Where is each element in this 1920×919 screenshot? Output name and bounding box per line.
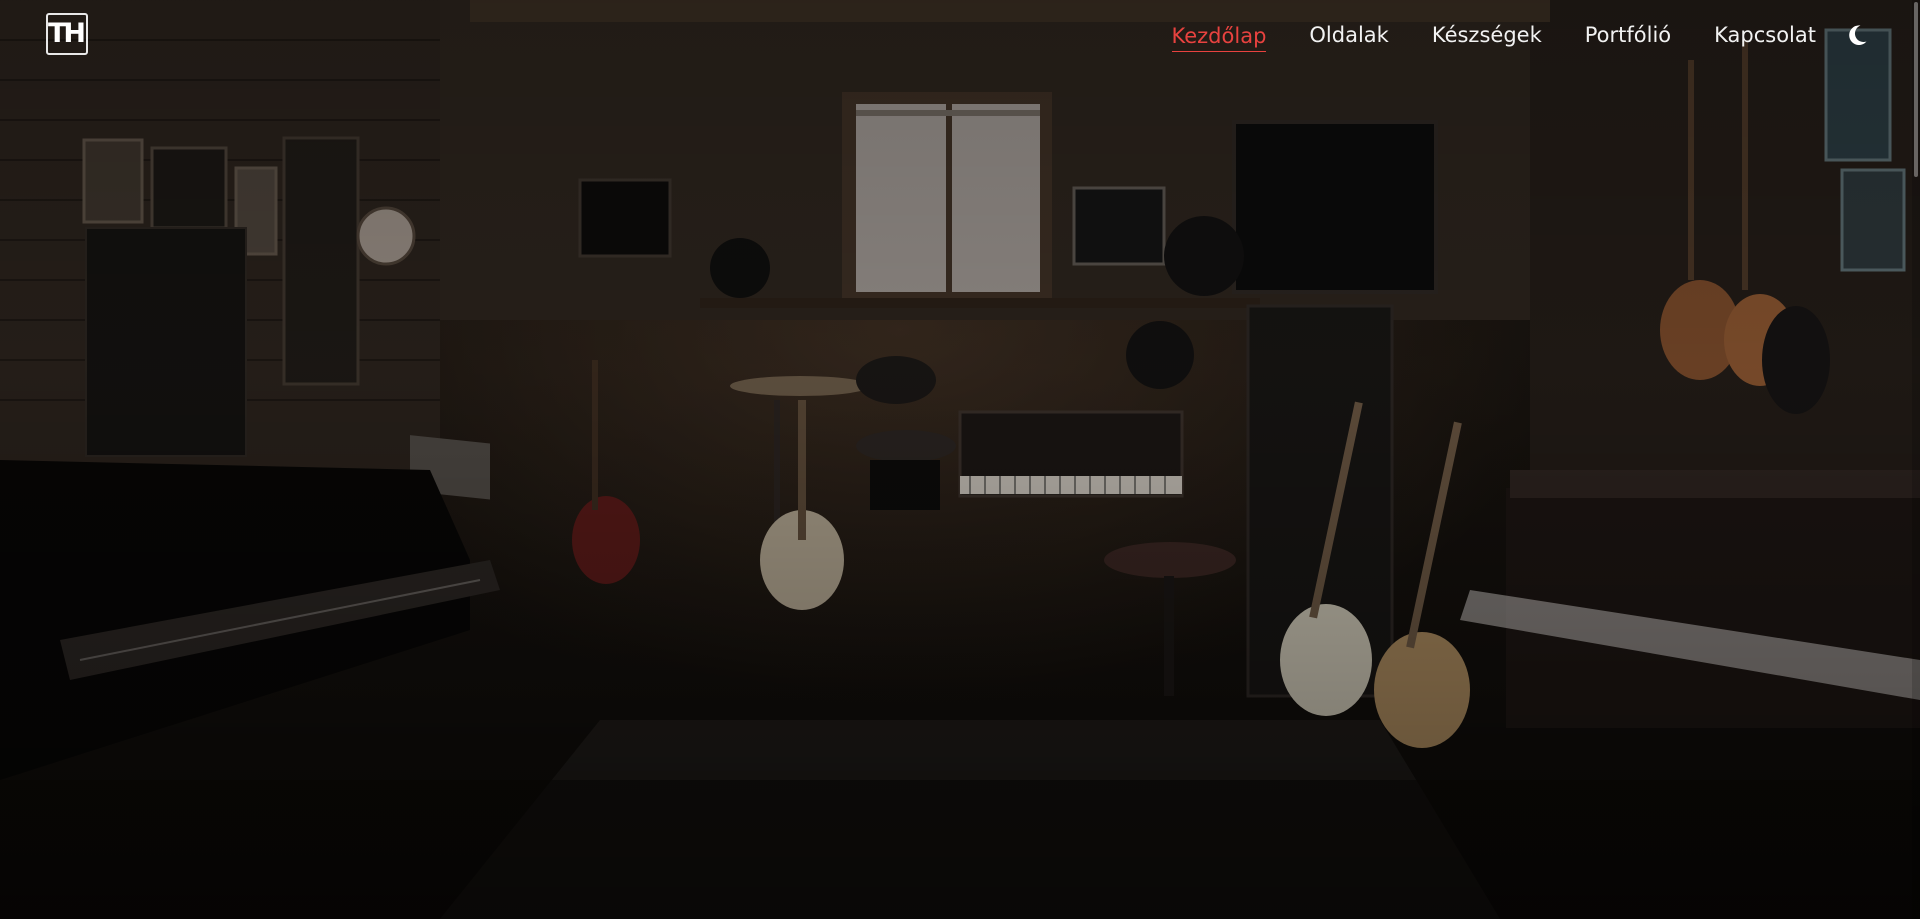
music-studio-image xyxy=(0,0,1920,919)
logo[interactable]: TH xyxy=(46,13,88,55)
nav-item-kapcsolat[interactable]: Kapcsolat xyxy=(1714,18,1816,52)
scrollbar-thumb[interactable] xyxy=(1914,2,1918,177)
nav-item-keszsegek[interactable]: Készségek xyxy=(1432,18,1542,52)
page-scrollbar[interactable] xyxy=(1912,0,1920,919)
main-nav: Kezdőlap Oldalak Készségek Portfólió Kap… xyxy=(1129,18,1816,52)
hero-section: TH Kezdőlap Oldalak Készségek Portfólió … xyxy=(0,0,1920,919)
nav-item-kezdolap[interactable]: Kezdőlap xyxy=(1171,19,1267,52)
moon-icon xyxy=(1849,25,1867,45)
nav-item-portfolio[interactable]: Portfólió xyxy=(1585,18,1671,52)
theme-toggle-button[interactable] xyxy=(1844,22,1870,48)
nav-item-oldalak[interactable]: Oldalak xyxy=(1309,18,1388,52)
